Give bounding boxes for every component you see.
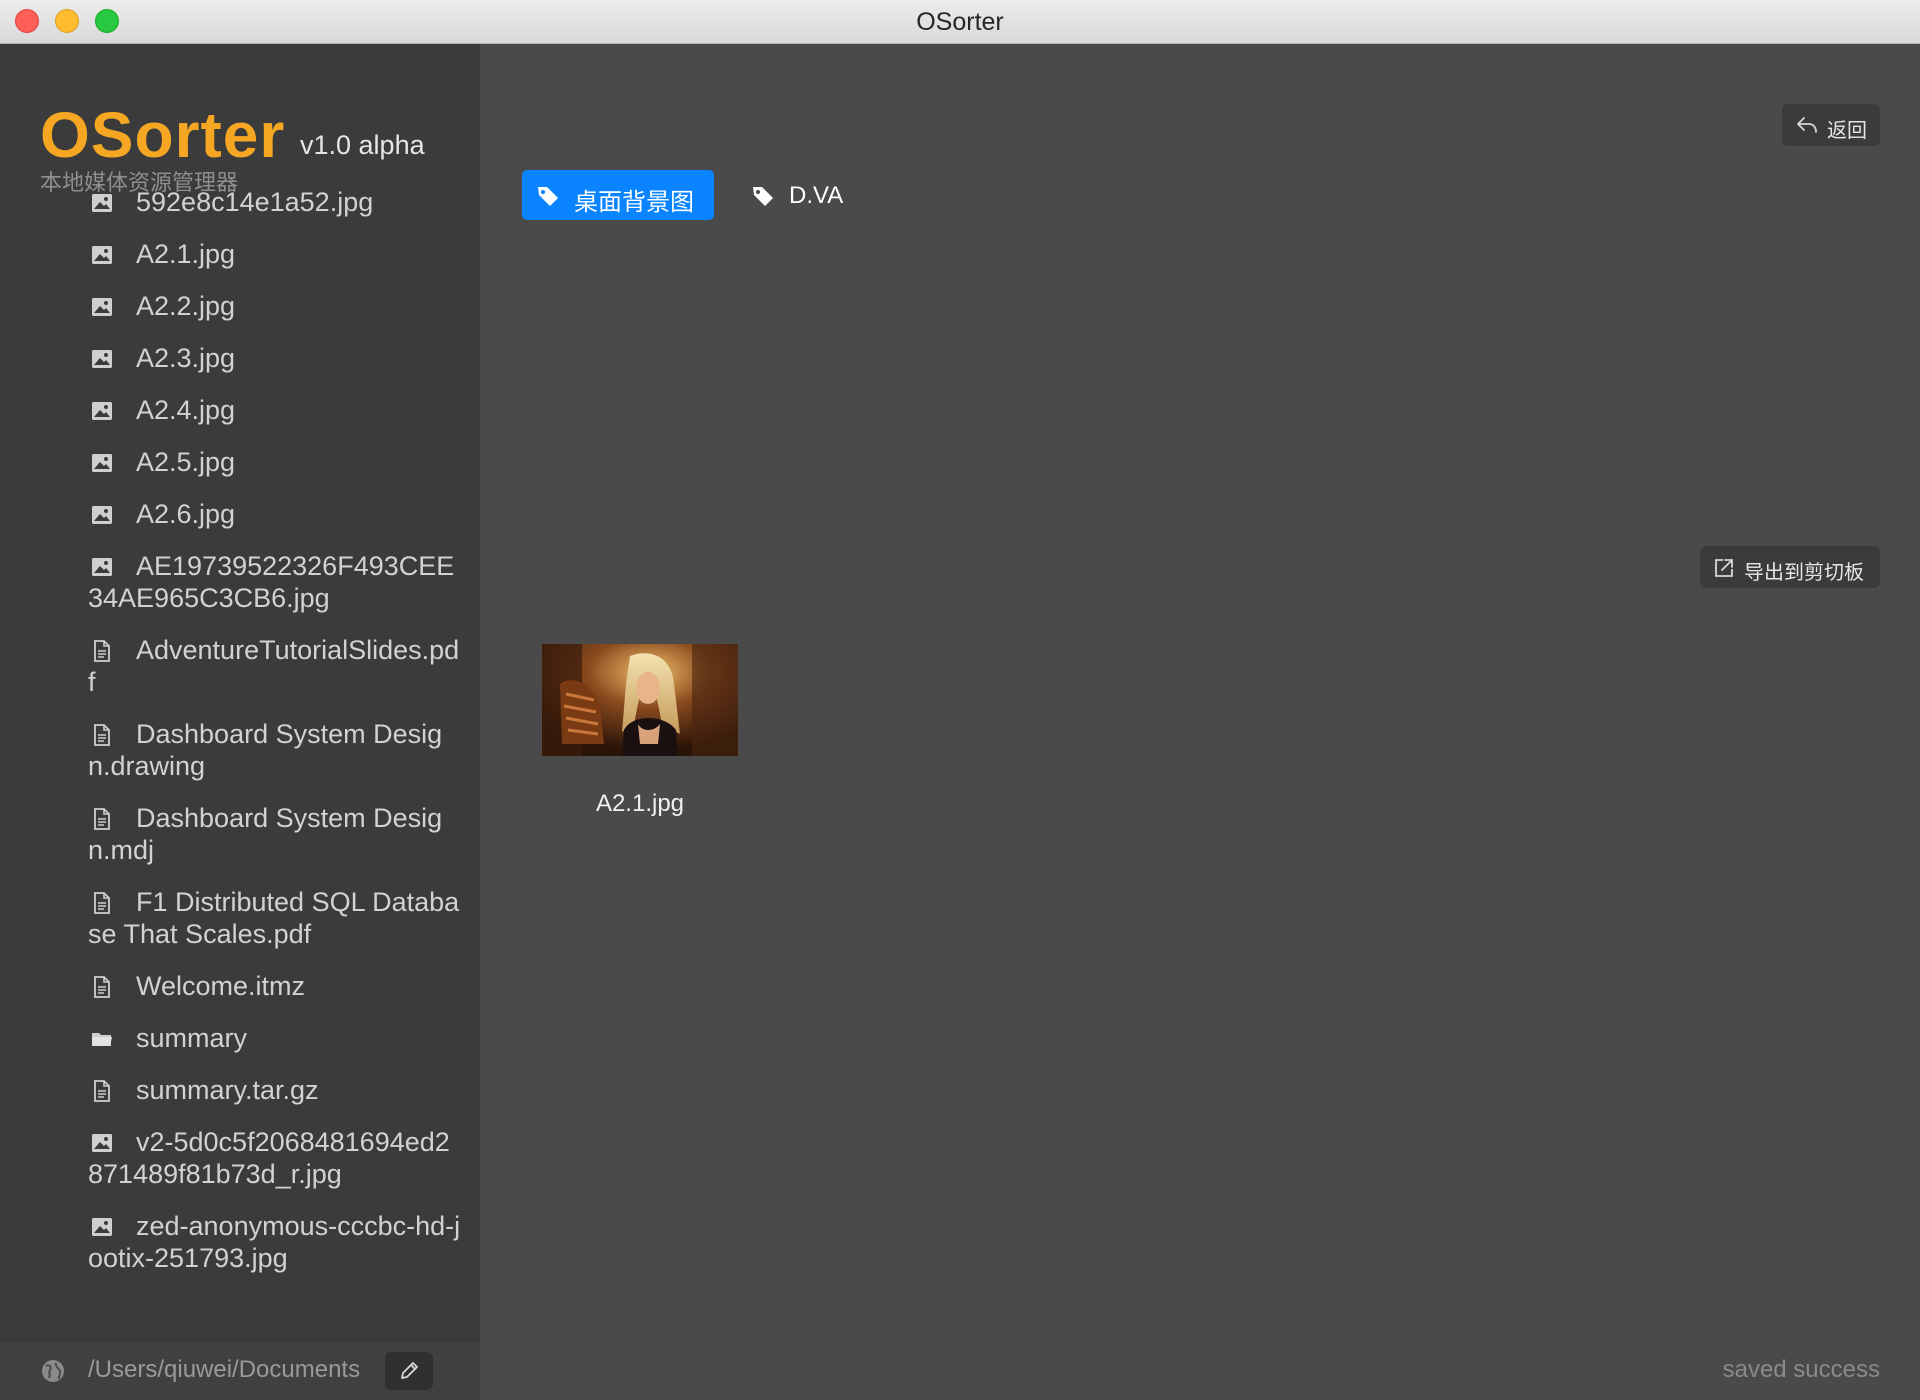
file-list-item[interactable]: F1 Distributed SQL Database That Scales.…: [0, 886, 463, 950]
status-bar-path-area: /Users/qiuwei/Documents: [0, 1342, 480, 1400]
thumbnail-caption: A2.1.jpg: [595, 790, 685, 817]
document-icon: [90, 722, 114, 746]
app-version: v1.0 alpha: [300, 130, 425, 160]
image-thumbnail[interactable]: [542, 644, 738, 756]
file-name: A2.5.jpg: [136, 447, 236, 477]
tag-dva[interactable]: D.VA: [737, 170, 897, 220]
image-icon: [90, 1214, 114, 1238]
file-name: A2.2.jpg: [136, 291, 236, 321]
file-list-item[interactable]: summary.tar.gz: [0, 1074, 463, 1106]
file-name: Welcome.itmz: [136, 971, 306, 1001]
tag-desktop-wallpaper[interactable]: 桌面背景图: [522, 170, 714, 220]
file-name: zed-anonymous-cccbc-hd-jootix-251793.jpg: [88, 1211, 461, 1273]
file-name: 592e8c14e1a52.jpg: [136, 187, 374, 217]
document-icon: [90, 806, 114, 830]
file-list-item[interactable]: zed-anonymous-cccbc-hd-jootix-251793.jpg: [0, 1210, 463, 1274]
back-arrow-icon: [1797, 117, 1817, 133]
file-name: AdventureTutorialSlides.pdf: [88, 635, 460, 697]
file-list-item[interactable]: A2.5.jpg: [0, 446, 463, 478]
export-button-label: 导出到剪切板: [1744, 562, 1864, 584]
file-list-item[interactable]: A2.1.jpg: [0, 238, 463, 270]
document-icon: [90, 638, 114, 662]
back-button-label: 返回: [1827, 120, 1867, 142]
file-list-item[interactable]: A2.3.jpg: [0, 342, 463, 374]
pencil-icon: [401, 1362, 418, 1379]
file-list[interactable]: 592e8c14e1a52.jpg A2.1.jpg A2.2.jpg A2.3.jp…: [0, 186, 480, 1342]
file-name: Dashboard System Design.mdj: [88, 803, 443, 865]
edit-path-button[interactable]: [385, 1352, 433, 1390]
file-name: A2.4.jpg: [136, 395, 236, 425]
file-name: AE19739522326F493CEE34AE965C3CB6.jpg: [88, 551, 455, 613]
file-list-item[interactable]: AdventureTutorialSlides.pdf: [0, 634, 463, 698]
file-list-item[interactable]: A2.2.jpg: [0, 290, 463, 322]
image-icon: [90, 190, 114, 214]
title-bar: OSorter: [0, 0, 1920, 44]
a2-thumbnail-image: [542, 644, 738, 756]
file-name: summary: [136, 1023, 248, 1053]
image-icon: [90, 554, 114, 578]
image-icon: [90, 450, 114, 474]
current-path: /Users/qiuwei/Documents: [88, 1356, 361, 1383]
tag-label: 桌面背景图: [574, 189, 694, 216]
file-name: A2.3.jpg: [136, 343, 236, 373]
file-list-item[interactable]: Dashboard System Design.mdj: [0, 802, 463, 866]
image-icon: [90, 242, 114, 266]
back-button[interactable]: 返回: [1782, 104, 1880, 146]
document-icon: [90, 1078, 114, 1102]
export-icon: [1715, 559, 1733, 577]
window-title: OSorter: [916, 8, 1004, 36]
file-list-item[interactable]: Welcome.itmz: [0, 970, 463, 1002]
file-list-item[interactable]: A2.4.jpg: [0, 394, 463, 426]
file-list-item[interactable]: v2-5d0c5f2068481694ed2871489f81b73d_r.jp…: [0, 1126, 463, 1190]
tag-icon: [753, 187, 773, 206]
image-icon: [90, 1130, 114, 1154]
globe-icon: [42, 1360, 64, 1382]
sidebar: OSorter v1.0 alpha 本地媒体资源管理器 592e8c14e1a…: [0, 44, 480, 1342]
image-icon: [90, 294, 114, 318]
image-icon: [90, 398, 114, 422]
app-logo: OSorter: [40, 99, 286, 171]
file-name: F1 Distributed SQL Database That Scales.…: [88, 887, 460, 949]
file-list-item[interactable]: A2.6.jpg: [0, 498, 463, 530]
file-name: Dashboard System Design.drawing: [88, 719, 443, 781]
tag-label: D.VA: [789, 182, 844, 209]
document-icon: [90, 974, 114, 998]
export-to-clipboard-button[interactable]: 导出到剪切板: [1700, 546, 1880, 588]
folder-icon: [90, 1026, 114, 1050]
file-name: summary.tar.gz: [136, 1075, 319, 1105]
file-list-item[interactable]: 592e8c14e1a52.jpg: [0, 186, 463, 218]
file-list-item[interactable]: Dashboard System Design.drawing: [0, 718, 463, 782]
image-icon: [90, 502, 114, 526]
tag-icon: [538, 187, 558, 206]
file-name: A2.1.jpg: [136, 239, 236, 269]
file-name: A2.6.jpg: [136, 499, 236, 529]
image-icon: [90, 346, 114, 370]
save-status-message: saved success: [1722, 1356, 1880, 1383]
file-list-item[interactable]: AE19739522326F493CEE34AE965C3CB6.jpg: [0, 550, 463, 614]
file-name: v2-5d0c5f2068481694ed2871489f81b73d_r.jp…: [88, 1127, 450, 1189]
document-icon: [90, 890, 114, 914]
status-bar: /Users/qiuwei/Documents saved success: [0, 1342, 1920, 1400]
file-list-item[interactable]: summary: [0, 1022, 463, 1054]
